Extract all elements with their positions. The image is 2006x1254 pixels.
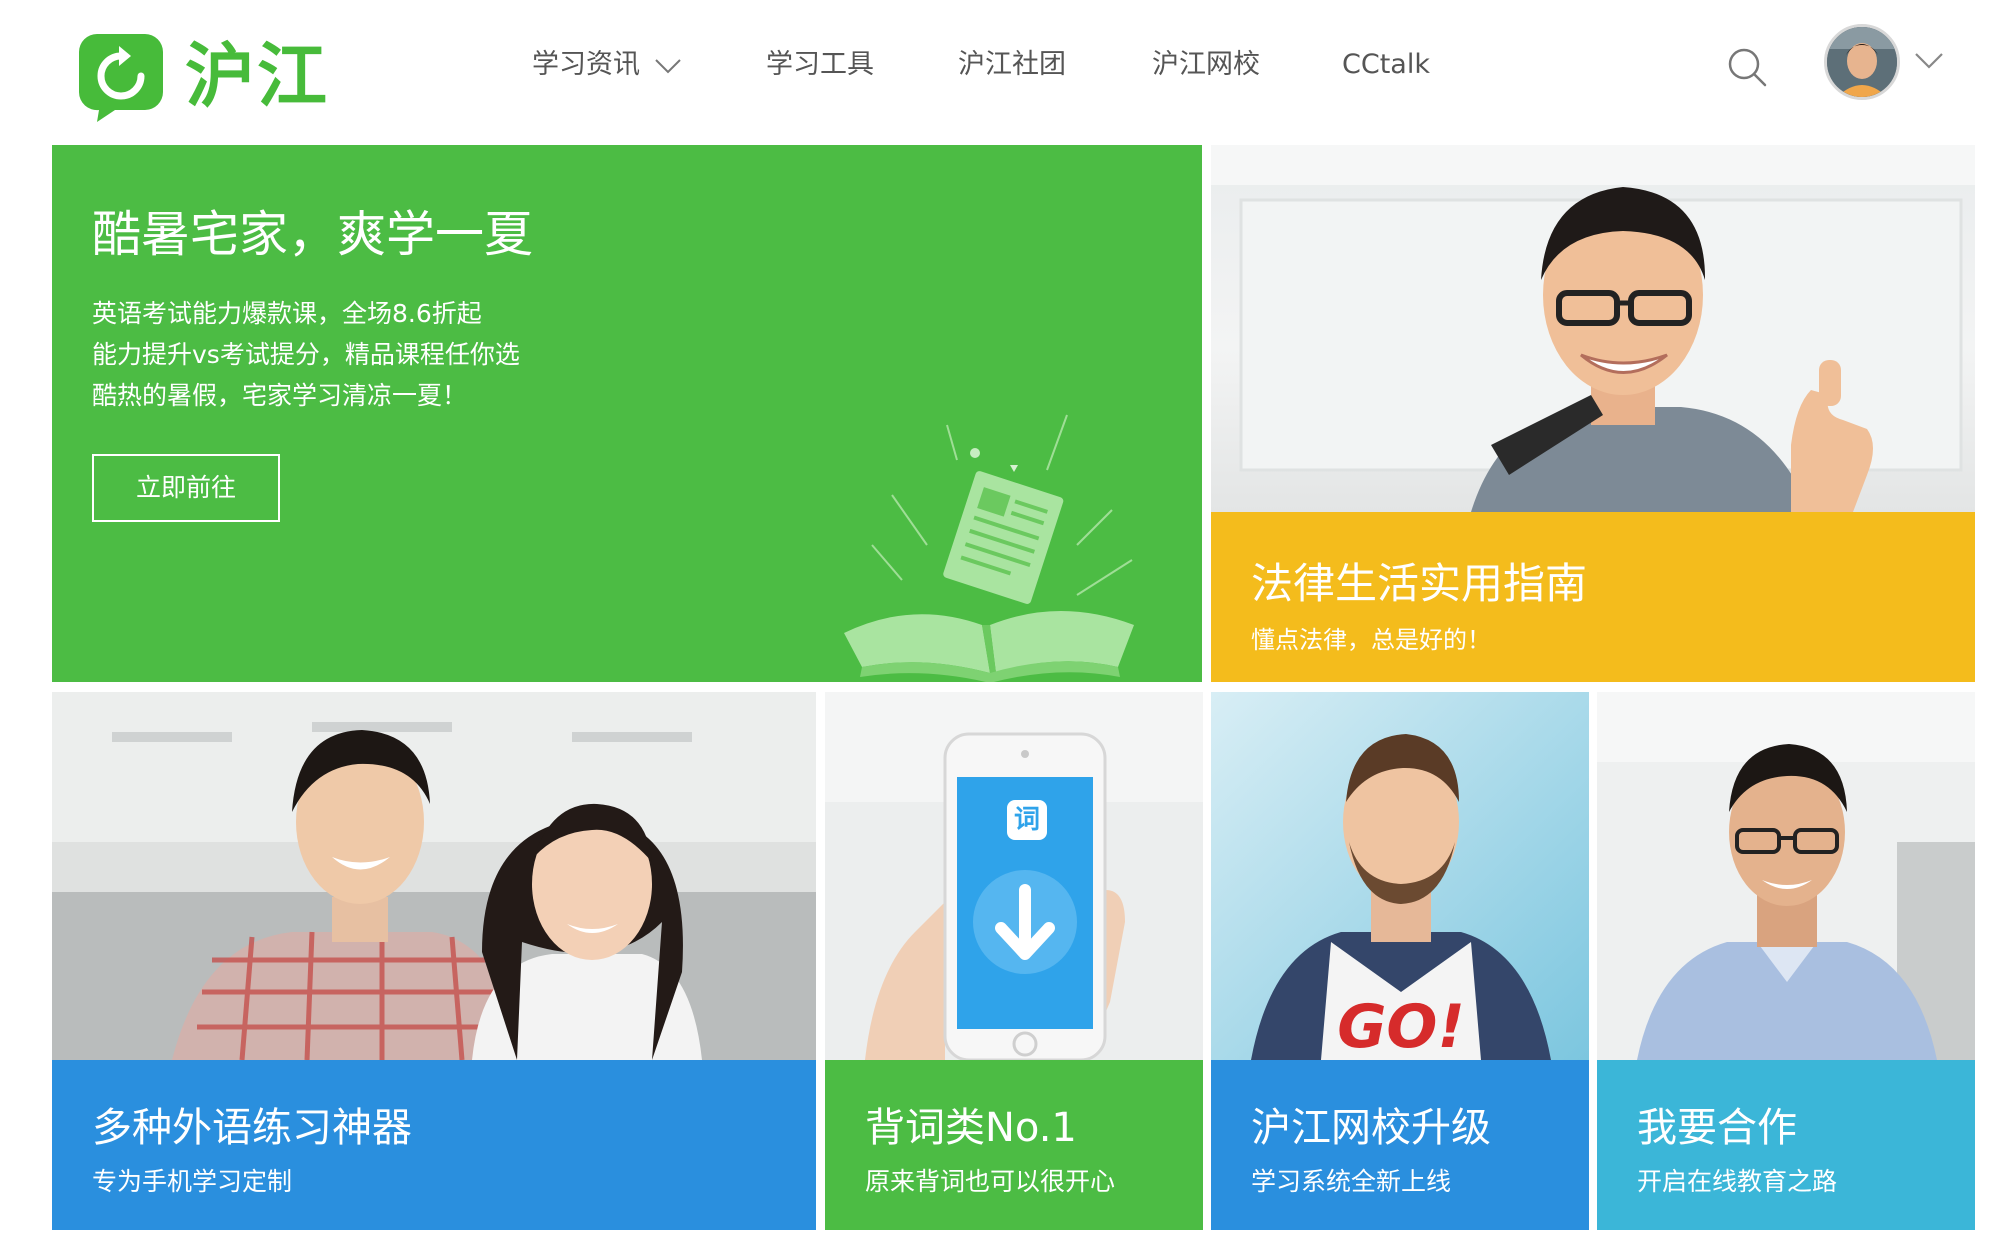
man-go-shirt-photo: GO! [1211,692,1589,1062]
cooperation-tile[interactable]: 我要合作 开启在线教育之路 [1597,692,1975,1230]
online-school-upgrade-tile[interactable]: GO! 沪江网校升级 学习系统全新上线 [1211,692,1589,1230]
go-shirt-text: GO! [1337,992,1465,1062]
online-school-upgrade-subtitle: 学习系统全新上线 [1251,1167,1452,1196]
phone-photo: 词 [825,692,1203,1062]
logo-text: 沪江 [185,35,329,117]
nav-item-clubs[interactable]: 沪江社团 [958,40,1066,90]
nav-item-label: CCtalk [1342,49,1430,80]
law-title: 法律生活实用指南 [1251,559,1588,608]
online-school-upgrade-title: 沪江网校升级 [1251,1105,1491,1151]
logo-mark-icon [75,30,167,122]
vocabulary-app-icon: 词 [1013,805,1040,835]
vocabulary-app-title: 背词类No.1 [865,1105,1077,1151]
chevron-down-icon[interactable] [1912,50,1946,72]
vocabulary-app-tile[interactable]: 词 背词类No.1 原来背词也可以很开心 [825,692,1203,1230]
site-header: 沪江 学习资讯 学习工具 沪江社团 沪江网校 CCtalk [0,0,2006,140]
law-photo [1211,145,1975,512]
law-band: 法律生活实用指南 懂点法律，总是好的！ [1211,512,1975,682]
nav-item-cctalk[interactable]: CCtalk [1342,40,1430,90]
language-practice-subtitle: 专为手机学习定制 [92,1167,293,1196]
nav-item-study-tools[interactable]: 学习工具 [766,40,874,90]
law-subtitle: 懂点法律，总是好的！ [1251,626,1491,654]
businessman-photo [1597,692,1975,1060]
nav-item-label: 沪江网校 [1152,49,1260,80]
logo[interactable]: 沪江 [75,26,355,126]
cooperation-title: 我要合作 [1637,1105,1797,1151]
hero-banner[interactable]: 酷暑宅家，爽学一夏 英语考试能力爆款课，全场8.6折起 能力提升vs考试提分，精… [52,145,1202,682]
book-illustration-icon [832,385,1152,682]
nav-item-label: 学习工具 [766,49,874,80]
nav-item-study-news[interactable]: 学习资讯 [532,40,682,91]
hero-line: 能力提升vs考试提分，精品课程任你选 [92,340,520,369]
language-practice-tile[interactable]: 多种外语练习神器 专为手机学习定制 [52,692,816,1230]
hero-line: 英语考试能力爆款课，全场8.6折起 [92,299,482,328]
nav-item-label: 学习资讯 [532,49,640,80]
hero-title: 酷暑宅家，爽学一夏 [92,206,534,263]
students-photo [52,692,816,1061]
cooperation-subtitle: 开启在线教育之路 [1637,1167,1838,1196]
law-guide-tile[interactable]: 法律生活实用指南 懂点法律，总是好的！ [1211,145,1975,682]
nav-item-online-school[interactable]: 沪江网校 [1152,40,1260,90]
nav-item-label: 沪江社团 [958,49,1066,80]
chevron-down-icon [654,41,682,91]
go-now-button[interactable]: 立即前往 [92,454,280,522]
language-practice-title: 多种外语练习神器 [92,1105,412,1151]
avatar[interactable] [1824,24,1900,100]
hero-line: 酷热的暑假，宅家学习清凉一夏！ [92,381,468,410]
hero-description: 英语考试能力爆款课，全场8.6折起 能力提升vs考试提分，精品课程任你选 酷热的… [92,293,520,416]
search-icon[interactable] [1726,46,1768,88]
vocabulary-app-subtitle: 原来背词也可以很开心 [865,1167,1116,1196]
